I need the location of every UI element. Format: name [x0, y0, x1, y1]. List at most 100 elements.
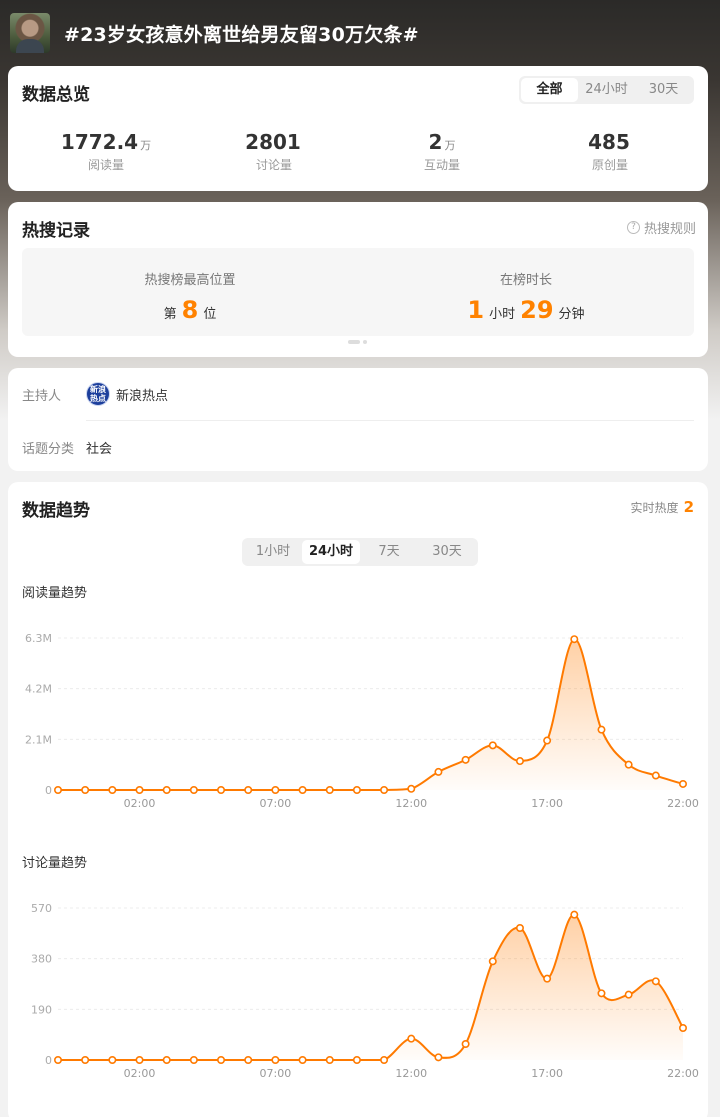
data-point[interactable] — [488, 957, 497, 966]
data-point[interactable] — [108, 786, 117, 795]
data-point[interactable] — [624, 760, 633, 769]
x-tick-label: 12:00 — [395, 1067, 427, 1080]
data-point[interactable] — [53, 786, 62, 795]
data-point[interactable] — [651, 771, 660, 780]
data-point[interactable] — [325, 1056, 334, 1065]
data-point[interactable] — [434, 767, 443, 776]
stat-unit: 万 — [444, 139, 456, 152]
data-point[interactable] — [81, 1056, 90, 1065]
stat-discussions: 2801 讨论量 — [190, 130, 358, 173]
category-label: 话题分类 — [22, 442, 75, 457]
y-tick-label: 6.3M — [25, 632, 52, 645]
trend-tab-1h[interactable]: 1小时 — [244, 540, 302, 564]
data-point[interactable] — [407, 784, 416, 793]
data-point[interactable] — [108, 1056, 117, 1065]
data-point[interactable] — [189, 786, 198, 795]
y-tick-label: 0 — [45, 784, 52, 797]
topic-header: #23岁女孩意外离世给男友留30万欠条# — [0, 0, 720, 66]
duration-label: 在榜时长 — [499, 273, 552, 288]
overview-stats: 1772.4 万 阅读量 2801 讨论量 2万 互动量 485 原创量 — [8, 130, 708, 173]
data-point[interactable] — [570, 635, 579, 644]
x-tick-label: 17:00 — [531, 1067, 563, 1080]
host-label: 主持人 — [22, 388, 62, 404]
y-tick-label: 2.1M — [25, 733, 52, 746]
y-tick-label: 570 — [31, 902, 52, 915]
data-point[interactable] — [434, 1053, 443, 1062]
data-point[interactable] — [543, 736, 552, 745]
trend-tab-24h[interactable]: 24小时 — [302, 540, 360, 564]
data-point[interactable] — [597, 989, 606, 998]
max-position-block: 热搜榜最高位置 第 8 位 — [22, 248, 358, 336]
topic-title: #23岁女孩意外离世给男友留30万欠条# — [64, 23, 419, 46]
data-point[interactable] — [352, 1056, 361, 1065]
realtime-label: 实时热度 — [630, 501, 679, 515]
data-point[interactable] — [81, 786, 90, 795]
stat-label: 阅读量 — [87, 158, 124, 172]
topic-info-card: 主持人 新浪热点 新浪热点 话题分类 社会 — [8, 368, 708, 471]
trend-tab-30d[interactable]: 30天 — [418, 540, 476, 564]
x-tick-label: 22:00 — [667, 797, 699, 810]
data-point[interactable] — [461, 1040, 470, 1049]
carousel-indicator — [348, 340, 367, 344]
question-circle-icon: ? — [626, 221, 640, 234]
data-point[interactable] — [543, 974, 552, 983]
x-tick-label: 12:00 — [395, 797, 427, 810]
hot-record-box: 热搜榜最高位置 第 8 位 在榜时长 1 小时 29 分钟 — [22, 248, 694, 336]
data-point[interactable] — [461, 755, 470, 764]
stat-value: 485 — [588, 130, 630, 154]
hot-rules-link[interactable]: ? 热搜规则 — [626, 218, 696, 237]
x-tick-label: 02:00 — [124, 1067, 156, 1080]
data-point[interactable] — [624, 990, 633, 999]
stat-value: 2801 — [245, 130, 301, 154]
data-point[interactable] — [271, 1056, 280, 1065]
y-tick-label: 190 — [31, 1003, 52, 1016]
data-point[interactable] — [244, 786, 253, 795]
data-point[interactable] — [678, 779, 687, 788]
data-point[interactable] — [407, 1034, 416, 1043]
trend-card: 数据趋势 实时热度 2 1小时 24小时 7天 30天 阅读量趋势 0 2.1M 4… — [8, 482, 708, 1117]
data-point[interactable] — [352, 786, 361, 795]
data-point[interactable] — [488, 741, 497, 750]
host-logo[interactable]: 新浪热点 — [86, 382, 110, 406]
data-point[interactable] — [298, 786, 307, 795]
max-position-label: 热搜榜最高位置 — [144, 273, 236, 288]
data-point[interactable] — [651, 977, 660, 986]
data-point[interactable] — [298, 1056, 307, 1065]
carousel-dot-active — [348, 340, 360, 344]
x-tick-label: 02:00 — [124, 797, 156, 810]
carousel-dot — [363, 340, 367, 344]
data-point[interactable] — [271, 786, 280, 795]
data-point[interactable] — [570, 910, 579, 919]
data-point[interactable] — [135, 1056, 144, 1065]
data-point[interactable] — [325, 786, 334, 795]
data-point[interactable] — [244, 1056, 253, 1065]
duration-minutes: 29 — [520, 296, 554, 324]
max-position-prefix: 第 — [163, 307, 177, 322]
data-point[interactable] — [162, 1056, 171, 1065]
data-point[interactable] — [380, 786, 389, 795]
data-point[interactable] — [53, 1056, 62, 1065]
stat-label: 讨论量 — [255, 158, 292, 172]
data-point[interactable] — [515, 923, 524, 932]
overview-tab-all[interactable]: 全部 — [521, 78, 578, 102]
overview-tab-24h[interactable]: 24小时 — [578, 78, 635, 102]
overview-tab-30d[interactable]: 30天 — [635, 78, 692, 102]
data-point[interactable] — [162, 786, 171, 795]
x-tick-label: 07:00 — [260, 1067, 292, 1080]
overview-tabs: 全部 24小时 30天 — [519, 76, 694, 104]
data-point[interactable] — [135, 786, 144, 795]
series-area — [58, 639, 683, 790]
stat-interactions: 2万 互动量 — [358, 130, 526, 173]
data-point[interactable] — [678, 1024, 687, 1033]
data-point[interactable] — [217, 786, 226, 795]
hot-record-card: 热搜记录 ? 热搜规则 热搜榜最高位置 第 8 位 在榜时长 1 小时 29 分… — [8, 202, 708, 357]
data-point[interactable] — [380, 1056, 389, 1065]
data-point[interactable] — [189, 1056, 198, 1065]
data-point[interactable] — [217, 1056, 226, 1065]
data-point[interactable] — [515, 757, 524, 766]
trend-tab-7d[interactable]: 7天 — [360, 540, 418, 564]
data-point[interactable] — [597, 725, 606, 734]
trend-tabs: 1小时 24小时 7天 30天 — [242, 538, 478, 566]
stat-unit: 万 — [140, 139, 152, 152]
host-name[interactable]: 新浪热点 — [116, 385, 168, 404]
